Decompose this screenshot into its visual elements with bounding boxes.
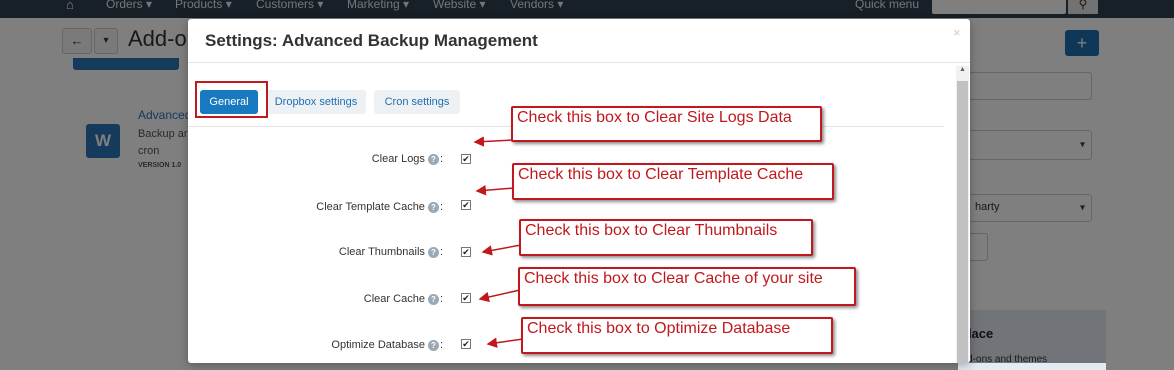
- setting-label-text: Optimize Database: [331, 339, 425, 351]
- modal-title: Settings: Advanced Backup Management: [205, 31, 538, 50]
- clear-logs-checkbox[interactable]: ✔: [461, 154, 471, 164]
- clear-thumbnails-checkbox[interactable]: ✔: [461, 247, 471, 257]
- setting-label-text: Clear Cache: [363, 293, 425, 305]
- setting-label-text: Clear Template Cache: [316, 201, 425, 213]
- help-icon[interactable]: ?: [427, 339, 439, 351]
- callout-clear-template-cache: Check this box to Clear Template Cache: [512, 163, 834, 200]
- help-icon[interactable]: ?: [427, 153, 439, 165]
- setting-label-clear-logs: Clear Logs?:: [371, 153, 443, 165]
- general-tab-highlight: [195, 81, 268, 118]
- callout-clear-logs: Check this box to Clear Site Logs Data: [511, 106, 822, 142]
- optimize-database-checkbox[interactable]: ✔: [461, 339, 471, 349]
- setting-label-text: Clear Thumbnails: [338, 246, 425, 258]
- setting-label-optimize-database: Optimize Database?:: [331, 339, 443, 351]
- clear-cache-checkbox[interactable]: ✔: [461, 293, 471, 303]
- setting-label-text: Clear Logs: [371, 153, 425, 165]
- help-icon[interactable]: ?: [427, 246, 439, 258]
- setting-label-clear-thumbnails: Clear Thumbnails?:: [338, 246, 443, 258]
- tab-dropbox-settings[interactable]: Dropbox settings: [266, 90, 366, 114]
- help-icon[interactable]: ?: [427, 293, 439, 305]
- scroll-up-icon[interactable]: ▲: [959, 66, 966, 73]
- callout-clear-thumbnails: Check this box to Clear Thumbnails: [519, 219, 813, 256]
- tab-cron-settings[interactable]: Cron settings: [374, 90, 460, 114]
- scrollbar-thumb[interactable]: [957, 81, 968, 363]
- setting-label-clear-template-cache: Clear Template Cache?:: [316, 201, 443, 213]
- setting-label-clear-cache: Clear Cache?:: [363, 293, 443, 305]
- help-icon[interactable]: ?: [427, 201, 439, 213]
- close-icon[interactable]: ×: [953, 25, 961, 40]
- clear-template-cache-checkbox[interactable]: ✔: [461, 200, 471, 210]
- modal-header-divider: [188, 62, 970, 63]
- callout-optimize-database: Check this box to Optimize Database: [521, 317, 833, 354]
- callout-clear-cache: Check this box to Clear Cache of your si…: [518, 267, 856, 306]
